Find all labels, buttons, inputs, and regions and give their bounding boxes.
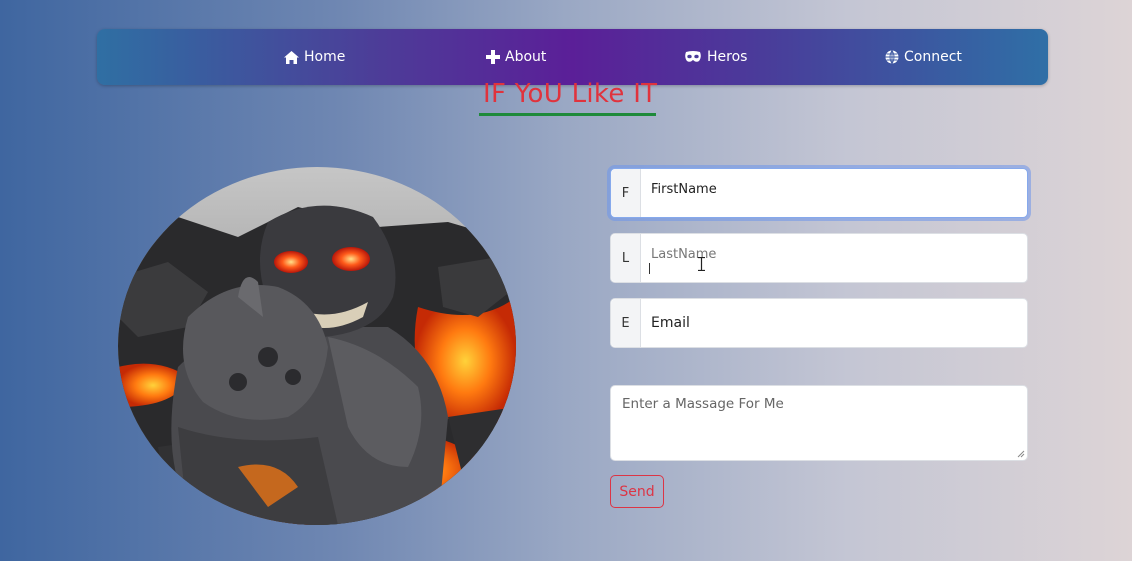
resize-handle-icon[interactable]: [1017, 450, 1025, 458]
nav-heros-label: Heros: [707, 49, 748, 65]
heading-underline: [479, 113, 656, 116]
message-textarea[interactable]: Enter a Massage For Me: [610, 385, 1028, 461]
email-input-group: E Email: [610, 298, 1028, 348]
nav-connect-label: Connect: [904, 49, 962, 65]
hero-robot-image: [118, 167, 516, 525]
nav-home[interactable]: Home: [284, 29, 345, 85]
nav-heros[interactable]: Heros: [684, 29, 747, 85]
firstname-input-group: F FirstName: [610, 168, 1028, 218]
mask-icon: [684, 51, 702, 63]
lastname-input-group: L LastName: [610, 233, 1028, 283]
nav-home-label: Home: [304, 49, 346, 65]
nav-about-label: About: [505, 49, 547, 65]
firstname-prefix: F: [611, 169, 641, 217]
firstname-input[interactable]: FirstName: [641, 169, 1027, 217]
lastname-prefix: L: [611, 234, 641, 282]
house-icon: [284, 50, 299, 64]
nav-about[interactable]: About: [486, 29, 546, 85]
globe-icon: [885, 50, 899, 64]
email-input[interactable]: Email: [641, 299, 1027, 347]
message-placeholder: Enter a Massage For Me: [622, 396, 784, 412]
text-cursor-icon: [698, 256, 705, 274]
plus-icon: [486, 50, 500, 64]
nav-connect[interactable]: Connect: [885, 29, 962, 85]
email-prefix: E: [611, 299, 641, 347]
page-heading: IF YoU Like IT: [483, 79, 658, 109]
navbar: Home About Heros Connect: [97, 29, 1048, 85]
text-caret: [649, 263, 650, 274]
send-button[interactable]: Send: [610, 475, 664, 508]
